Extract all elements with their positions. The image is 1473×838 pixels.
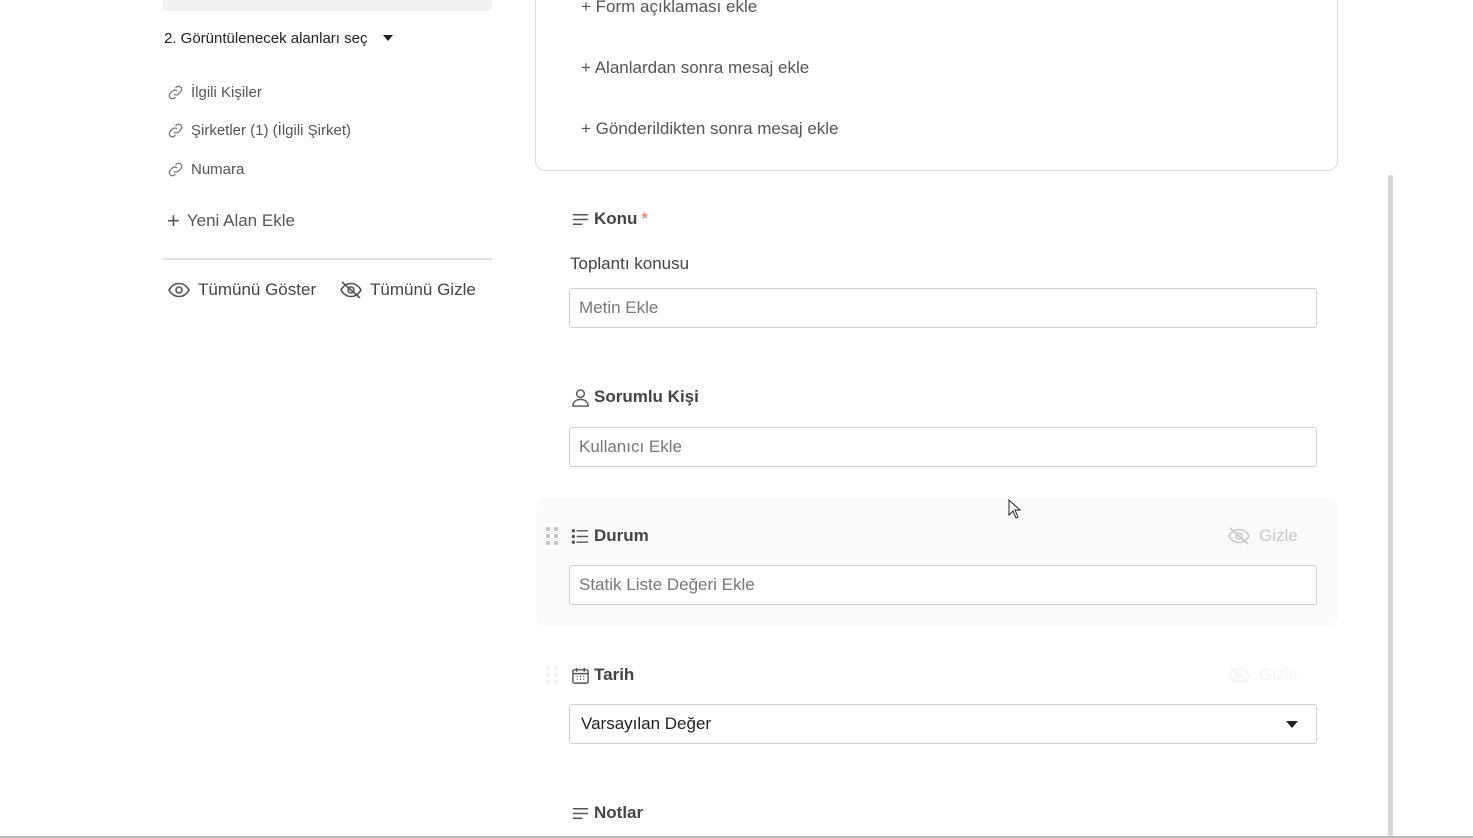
list-icon	[571, 528, 589, 544]
divider	[163, 258, 492, 260]
tarih-default-select[interactable]: Varsayılan Değer	[569, 704, 1317, 744]
input-placeholder: Statik Liste Değeri Ekle	[579, 575, 755, 594]
field-title-notlar: Notlar	[571, 803, 643, 823]
konu-text-input[interactable]: Metin Ekle	[569, 288, 1317, 328]
user-icon	[572, 388, 589, 407]
show-all-label: Tümünü Göster	[198, 280, 317, 299]
hide-field-button[interactable]: Gizle	[1227, 526, 1298, 546]
link-icon	[168, 123, 183, 138]
field-title-label: Notlar	[594, 803, 644, 822]
hide-all-button[interactable]: Tümünü Gizle	[339, 280, 476, 300]
caret-down-icon[interactable]	[383, 34, 394, 41]
eye-off-icon	[1228, 666, 1250, 684]
field-description: Toplantı konusu	[570, 254, 690, 273]
vertical-scrollbar[interactable]	[1388, 175, 1393, 838]
drag-handle-icon[interactable]	[546, 666, 558, 684]
chevron-down-icon	[1286, 720, 1298, 728]
field-title-label: Durum	[594, 526, 649, 545]
field-title-label: Konu	[594, 209, 638, 228]
hide-label: Gizle	[1259, 526, 1298, 545]
add-message-after-submit-link[interactable]: + Gönderildikten sonra mesaj ekle	[581, 119, 839, 139]
linked-field-label: İlgili Kişiler	[191, 84, 262, 101]
mouse-cursor-icon	[1008, 499, 1022, 519]
field-title-label: Tarih	[594, 665, 635, 684]
eye-off-icon	[1228, 527, 1250, 545]
field-title-durum: Durum	[571, 526, 649, 546]
text-lines-icon	[572, 807, 589, 819]
step-title-label: 2. Görüntülenecek alanları seç	[164, 30, 368, 47]
field-title-sorumlu-kisi: Sorumlu Kişi	[571, 387, 699, 407]
drag-handle-icon[interactable]	[546, 527, 558, 545]
eye-icon	[168, 282, 190, 298]
hide-field-button[interactable]: Gizle	[1227, 665, 1298, 685]
calendar-icon	[572, 667, 589, 684]
selected-value: Varsayılan Değer	[581, 714, 712, 733]
input-placeholder: Kullanıcı Ekle	[579, 437, 682, 456]
add-message-after-fields-link[interactable]: + Alanlardan sonra mesaj ekle	[581, 58, 809, 78]
field-row-durum-hover	[536, 498, 1338, 626]
input-placeholder: Metin Ekle	[579, 298, 659, 317]
text-lines-icon	[572, 213, 589, 225]
sorumlu-user-input[interactable]: Kullanıcı Ekle	[569, 427, 1317, 467]
linked-field-ilgili-kisiler[interactable]: İlgili Kişiler	[166, 83, 262, 102]
field-title-konu: Konu *	[571, 209, 648, 229]
form-settings-card	[535, 0, 1338, 171]
add-new-field-button[interactable]: + Yeni Alan Ekle	[167, 208, 295, 233]
previous-section-stub	[163, 0, 492, 11]
hide-all-label: Tümünü Gizle	[370, 280, 476, 299]
linked-field-sirketler[interactable]: Şirketler (1) (İlgili Şirket)	[166, 121, 351, 140]
field-title-tarih: Tarih	[571, 665, 634, 685]
add-field-label: Yeni Alan Ekle	[186, 211, 295, 230]
linked-field-label: Numara	[191, 161, 245, 178]
durum-list-input[interactable]: Statik Liste Değeri Ekle	[569, 565, 1317, 605]
required-marker: *	[641, 209, 649, 228]
linked-field-label: Şirketler (1) (İlgili Şirket)	[191, 122, 352, 139]
field-title-label: Sorumlu Kişi	[594, 387, 699, 406]
linked-field-numara[interactable]: Numara	[166, 160, 244, 179]
link-icon	[168, 85, 183, 100]
eye-off-icon	[340, 281, 362, 299]
show-all-button[interactable]: Tümünü Göster	[167, 280, 316, 300]
hide-label: Gizle	[1259, 665, 1298, 684]
add-form-description-link[interactable]: + Form açıklaması ekle	[581, 0, 757, 17]
field-selector-dropdown[interactable]: 2. Görüntülenecek alanları seç	[164, 30, 394, 47]
link-icon	[168, 162, 183, 177]
plus-icon: +	[167, 208, 180, 233]
